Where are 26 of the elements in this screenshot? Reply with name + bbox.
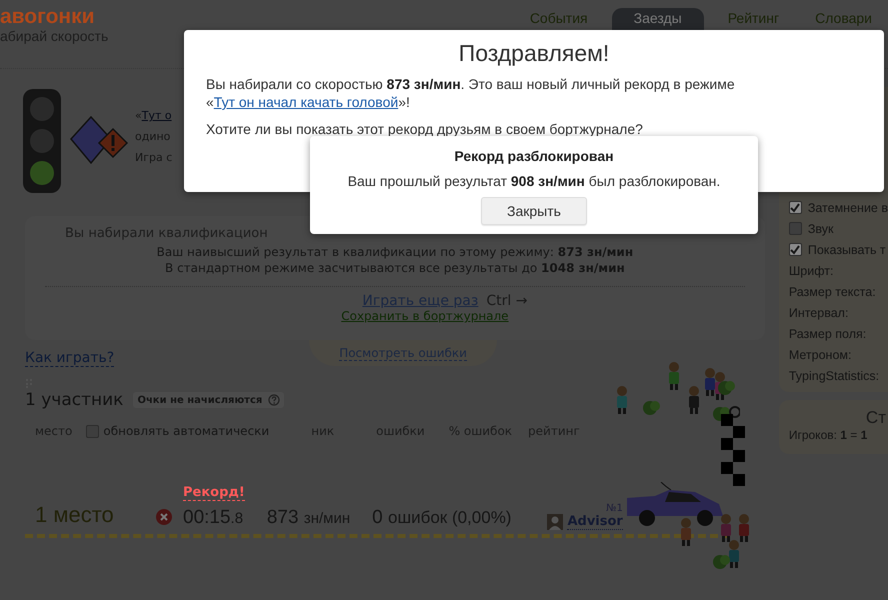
- nav-tab[interactable]: Рейтинг: [716, 8, 792, 32]
- close-button[interactable]: Закрыть: [481, 197, 587, 225]
- dialog-question: Хотите ли вы показать этот рекорд друзьям в своем бортжурнале?: [206, 121, 644, 137]
- nav-tab[interactable]: События: [518, 8, 600, 32]
- close-icon: [155, 508, 173, 526]
- nav-tab[interactable]: Словари: [803, 8, 884, 32]
- dialog-text: Вы набирали со скоростью 873 зн/мин. Это ваш новый личный рекорд в режиме «Тут он начал качать головой»!: [206, 75, 736, 111]
- checkbox[interactable]: [788, 222, 802, 235]
- mode-link[interactable]: Тут он начал качать головой: [214, 94, 398, 110]
- how-to-play-link[interactable]: Как играть?: [25, 350, 114, 367]
- dialog-text: Ваш прошлый результат 908 зн/мин был разблокирован.: [346, 173, 722, 189]
- quote-mark: «: [135, 109, 142, 122]
- warning-icon: [69, 114, 131, 166]
- mode-link[interactable]: Тут о: [142, 109, 172, 122]
- checkbox[interactable]: [788, 243, 802, 256]
- nav-tab[interactable]: Заезды: [612, 8, 704, 32]
- dialog-title: Поздравляем!: [458, 40, 610, 67]
- record-link[interactable]: Рекорд!: [183, 485, 245, 501]
- checkbox[interactable]: [788, 201, 802, 214]
- dialog-title: Рекорд разблокирован: [453, 148, 615, 164]
- save-link[interactable]: Сохранить в бортжурнале: [341, 309, 509, 323]
- help-icon: [268, 394, 280, 406]
- site-logo[interactable]: авогонки: [0, 6, 108, 28]
- place-text: 1 место: [34, 502, 115, 528]
- avatar-icon: [547, 514, 564, 530]
- checkbox[interactable]: [86, 424, 100, 438]
